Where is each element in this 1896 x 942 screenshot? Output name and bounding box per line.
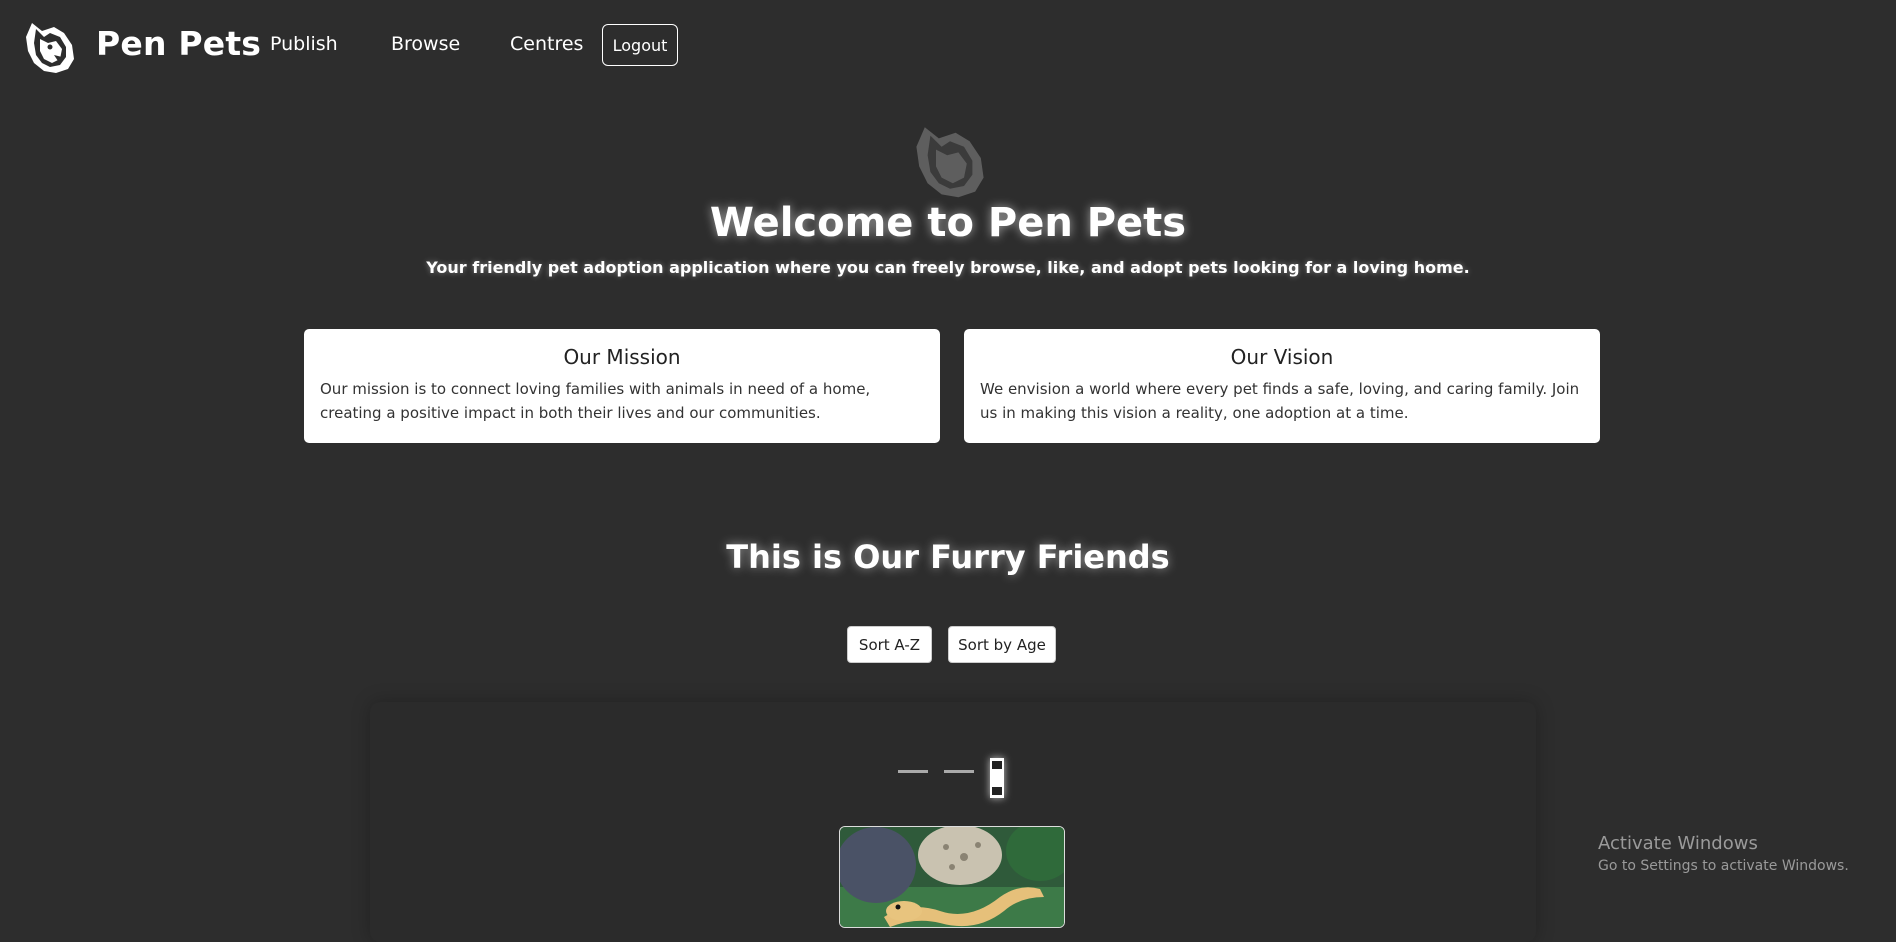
- sort-by-age-button[interactable]: Sort by Age: [948, 626, 1056, 663]
- logout-button[interactable]: Logout: [602, 24, 678, 66]
- vision-card: Our Vision We envision a world where eve…: [964, 329, 1600, 443]
- pet-card[interactable]: [839, 826, 1065, 928]
- nav-link-publish[interactable]: Publish: [270, 33, 338, 55]
- dog-head-logo-icon: [916, 127, 984, 198]
- mission-card: Our Mission Our mission is to connect lo…: [304, 329, 940, 443]
- dog-head-logo-icon[interactable]: [20, 15, 80, 75]
- friends-section-title: This is Our Furry Friends: [726, 538, 1170, 576]
- mission-text: Our mission is to connect loving familie…: [320, 380, 871, 422]
- vision-title: Our Vision: [1230, 345, 1334, 369]
- brand-name[interactable]: Pen Pets: [96, 24, 261, 63]
- vision-text: We envision a world where every pet find…: [980, 380, 1580, 422]
- pet-photo: [840, 827, 1064, 927]
- page-subtitle: Your friendly pet adoption application w…: [426, 258, 1470, 277]
- activate-windows-title: Activate Windows: [1598, 833, 1758, 854]
- sort-az-button[interactable]: Sort A-Z: [847, 626, 932, 663]
- carousel-indicator-1[interactable]: [898, 770, 928, 773]
- top-navbar: Pen Pets Publish Browse Centres Logout: [0, 0, 1896, 92]
- nav-link-centres[interactable]: Centres: [510, 33, 583, 55]
- carousel-indicator-3[interactable]: [990, 758, 1004, 798]
- activate-windows-subtitle: Go to Settings to activate Windows.: [1598, 858, 1849, 874]
- nav-link-browse[interactable]: Browse: [391, 33, 460, 55]
- page-title: Welcome to Pen Pets: [709, 200, 1187, 246]
- mission-title: Our Mission: [563, 345, 681, 369]
- carousel-indicator-2[interactable]: [944, 770, 974, 773]
